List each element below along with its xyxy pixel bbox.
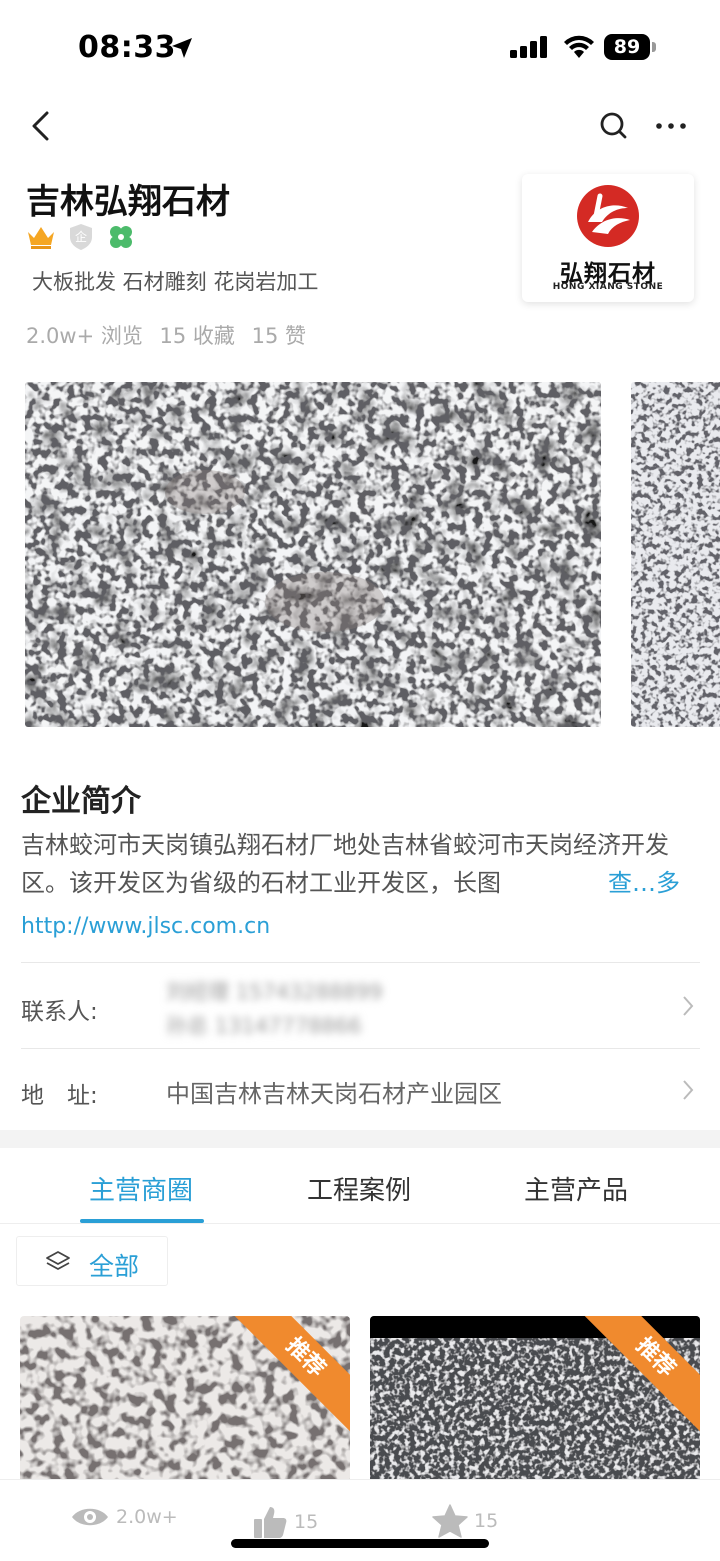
more-options-icon[interactable] [654, 110, 688, 142]
bottom-favorites-count: 15 [474, 1510, 499, 1532]
address-label: 地 址: [21, 1083, 98, 1109]
address-value[interactable]: 中国吉林吉林天岗石材产业园区 [166, 1074, 502, 1109]
chevron-right-icon[interactable] [680, 1078, 696, 1102]
status-time: 08:33 [78, 30, 176, 65]
company-stats: 2.0w+ 浏览 15 收藏 15 赞 [26, 320, 316, 350]
company-logo[interactable]: 弘翔石材 HONG XIANG STONE [522, 174, 694, 302]
gallery-image-main[interactable] [25, 382, 601, 727]
bottom-action-bar: 2.0w+ 15 15 [0, 1479, 720, 1561]
layers-icon [46, 1251, 70, 1270]
views-action[interactable]: 2.0w+ [70, 1504, 178, 1530]
home-indicator[interactable] [231, 1539, 489, 1548]
thumbs-up-icon [254, 1507, 287, 1538]
logo-mark-icon [577, 185, 639, 247]
filter-all-button[interactable]: 全部 [16, 1236, 168, 1286]
like-action[interactable]: 15 [252, 1504, 318, 1540]
bottom-views-count: 2.0w+ [116, 1506, 178, 1528]
intro-more-link[interactable]: 查…多 [598, 864, 694, 902]
tab-main-products[interactable]: 主营产品 [524, 1170, 628, 1207]
favorite-action[interactable]: 15 [432, 1504, 498, 1538]
divider [21, 962, 700, 963]
crown-icon [26, 222, 56, 252]
star-icon [432, 1504, 468, 1538]
wifi-icon [564, 35, 594, 58]
website-link[interactable]: http://www.jlsc.com.cn [21, 914, 270, 939]
location-arrow-icon [172, 38, 192, 58]
contact-line-2[interactable]: 孙总 13147778866 [166, 1010, 362, 1040]
intro-title: 企业简介 [21, 784, 141, 819]
enterprise-shield-icon: 企 [66, 222, 96, 252]
gallery-image-next[interactable] [631, 382, 720, 727]
status-bar: 08:33 89 [0, 0, 720, 92]
svg-text:企: 企 [75, 229, 87, 244]
views-count: 2.0w+ 浏览 [26, 324, 143, 348]
search-icon[interactable] [598, 110, 630, 142]
back-icon[interactable] [26, 108, 56, 144]
contact-label: 联系人: [21, 999, 98, 1025]
tab-active-indicator [80, 1219, 204, 1223]
product-card[interactable]: 推荐 [370, 1316, 700, 1486]
product-card[interactable]: 推荐 [20, 1316, 350, 1486]
tab-bar: 主营商圈 工程案例 主营产品 [0, 1148, 720, 1224]
contact-line-1[interactable]: 刘经理 15743288899 [166, 976, 383, 1006]
logo-text-en: HONG XIANG STONE [552, 282, 664, 292]
nav-bar [0, 96, 720, 156]
tab-main-business[interactable]: 主营商圈 [89, 1170, 193, 1207]
company-tagline: 大板批发 石材雕刻 花岗岩加工 [32, 270, 319, 294]
intro-text: 吉林蛟河市天岗镇弘翔石材厂地处吉林省蛟河市天岗经济开发区。该开发区为省级的石材工… [21, 831, 669, 897]
company-badges: 企 [26, 222, 136, 252]
filter-all-label: 全部 [89, 1252, 140, 1281]
clover-icon [106, 222, 136, 252]
section-gap [0, 1130, 720, 1148]
eye-icon [72, 1508, 108, 1526]
bottom-likes-count: 15 [294, 1511, 319, 1533]
battery-level: 89 [604, 34, 650, 60]
company-name: 吉林弘翔石材 [26, 182, 230, 222]
battery-icon: 89 [604, 34, 656, 60]
favorites-count: 15 收藏 [159, 324, 235, 348]
likes-count: 15 赞 [251, 324, 307, 348]
chevron-right-icon[interactable] [680, 994, 696, 1018]
tab-project-cases[interactable]: 工程案例 [307, 1170, 411, 1207]
divider [21, 1048, 700, 1049]
cellular-signal-icon [510, 36, 547, 58]
